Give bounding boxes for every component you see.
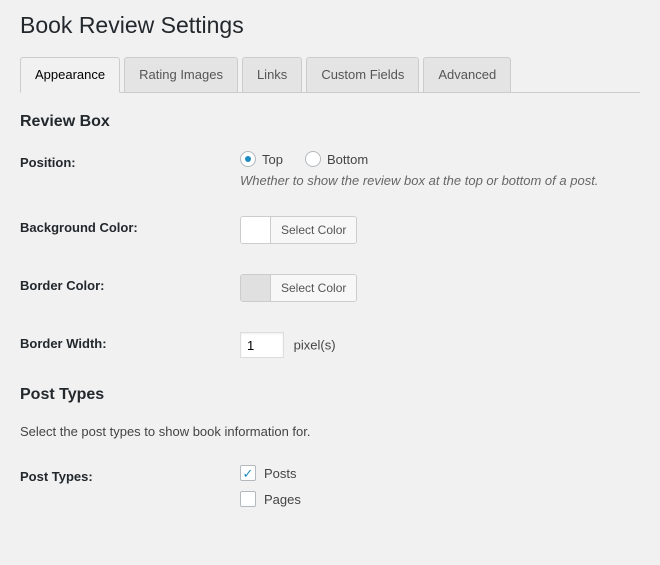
border-color-swatch bbox=[241, 275, 271, 301]
row-post-types: Post Types: Posts Pages bbox=[20, 465, 640, 517]
page-title: Book Review Settings bbox=[20, 12, 640, 39]
label-border-color: Border Color: bbox=[20, 274, 240, 293]
label-border-width: Border Width: bbox=[20, 332, 240, 351]
label-position: Position: bbox=[20, 151, 240, 170]
border-color-picker[interactable]: Select Color bbox=[240, 274, 357, 302]
row-border-color: Border Color: Select Color bbox=[20, 274, 640, 304]
row-background-color: Background Color: Select Color bbox=[20, 216, 640, 246]
tab-appearance[interactable]: Appearance bbox=[20, 57, 120, 93]
tab-advanced[interactable]: Advanced bbox=[423, 57, 511, 93]
checkbox-pages[interactable] bbox=[240, 491, 256, 507]
section-heading-review-box: Review Box bbox=[20, 113, 640, 131]
tabs-nav: Appearance Rating Images Links Custom Fi… bbox=[20, 57, 640, 93]
row-position: Position: Top Bottom Whether to show the… bbox=[20, 151, 640, 188]
select-border-color-button[interactable]: Select Color bbox=[271, 275, 356, 301]
post-types-description: Select the post types to show book infor… bbox=[20, 424, 640, 439]
checkbox-label-posts[interactable]: Posts bbox=[264, 466, 297, 481]
tab-custom-fields[interactable]: Custom Fields bbox=[306, 57, 419, 93]
radio-label-top[interactable]: Top bbox=[262, 152, 283, 167]
radio-position-bottom[interactable] bbox=[305, 151, 321, 167]
section-heading-post-types: Post Types bbox=[20, 386, 640, 404]
select-background-color-button[interactable]: Select Color bbox=[271, 217, 356, 243]
checkbox-label-pages[interactable]: Pages bbox=[264, 492, 301, 507]
background-color-picker[interactable]: Select Color bbox=[240, 216, 357, 244]
background-color-swatch bbox=[241, 217, 271, 243]
label-post-types: Post Types: bbox=[20, 465, 240, 484]
row-border-width: Border Width: pixel(s) bbox=[20, 332, 640, 358]
checkbox-posts[interactable] bbox=[240, 465, 256, 481]
border-width-input[interactable] bbox=[240, 332, 284, 358]
radio-position-top[interactable] bbox=[240, 151, 256, 167]
label-background-color: Background Color: bbox=[20, 216, 240, 235]
radio-label-bottom[interactable]: Bottom bbox=[327, 152, 368, 167]
border-width-unit: pixel(s) bbox=[294, 338, 336, 353]
tab-rating-images[interactable]: Rating Images bbox=[124, 57, 238, 93]
tab-links[interactable]: Links bbox=[242, 57, 302, 93]
position-description: Whether to show the review box at the to… bbox=[240, 173, 640, 188]
